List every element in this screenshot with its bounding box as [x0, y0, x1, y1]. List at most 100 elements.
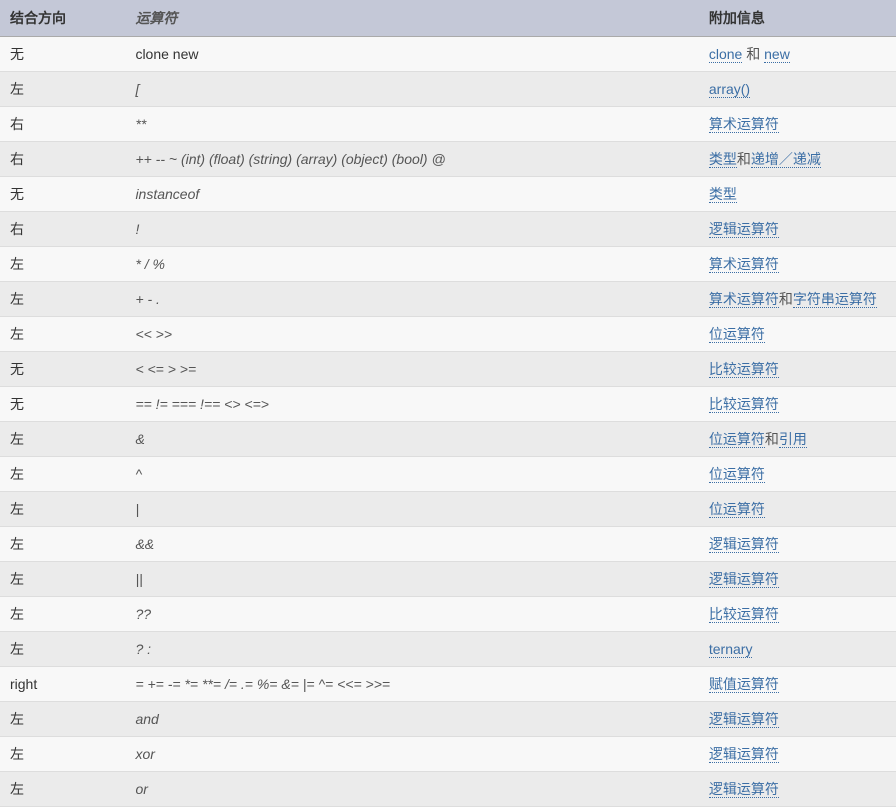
cell-operator: or	[125, 772, 698, 807]
cell-operator: ^	[125, 457, 698, 492]
table-row: 左&位运算符和引用	[0, 422, 896, 457]
doc-link[interactable]: 比较运算符	[709, 606, 779, 623]
header-info: 附加信息	[699, 0, 896, 37]
cell-info: 逻辑运算符	[699, 562, 896, 597]
table-row: 左+ - .算术运算符和字符串运算符	[0, 282, 896, 317]
cell-info: 类型	[699, 177, 896, 212]
doc-link[interactable]: ternary	[709, 641, 753, 658]
cell-associativity: 右	[0, 212, 125, 247]
doc-link[interactable]: 逻辑运算符	[709, 781, 779, 798]
cell-info: 位运算符	[699, 317, 896, 352]
doc-link[interactable]: 逻辑运算符	[709, 571, 779, 588]
cell-operator: == != === !== <> <=>	[125, 387, 698, 422]
table-row: 右++ -- ~ (int) (float) (string) (array) …	[0, 142, 896, 177]
doc-link[interactable]: 类型	[709, 151, 737, 168]
cell-associativity: right	[0, 667, 125, 702]
header-associativity: 结合方向	[0, 0, 125, 37]
cell-operator: = += -= *= **= /= .= %= &= |= ^= <<= >>=	[125, 667, 698, 702]
cell-associativity: 左	[0, 457, 125, 492]
table-row: 无== != === !== <> <=>比较运算符	[0, 387, 896, 422]
table-row: 左and逻辑运算符	[0, 702, 896, 737]
info-text: 和	[737, 151, 751, 167]
doc-link[interactable]: 位运算符	[709, 466, 765, 483]
cell-associativity: 左	[0, 492, 125, 527]
header-operator: 运算符	[125, 0, 698, 37]
cell-info: 逻辑运算符	[699, 772, 896, 807]
cell-operator: **	[125, 107, 698, 142]
table-row: 左| 位运算符	[0, 492, 896, 527]
cell-info: ternary	[699, 632, 896, 667]
cell-associativity: 左	[0, 247, 125, 282]
table-row: 左<< >>位运算符	[0, 317, 896, 352]
table-row: 无instanceof类型	[0, 177, 896, 212]
cell-associativity: 左	[0, 422, 125, 457]
table-row: 左[array()	[0, 72, 896, 107]
cell-associativity: 左	[0, 632, 125, 667]
doc-link[interactable]: 位运算符	[709, 501, 765, 518]
table-row: 左xor逻辑运算符	[0, 737, 896, 772]
cell-operator: &	[125, 422, 698, 457]
doc-link[interactable]: 引用	[779, 431, 807, 448]
table-row: 左? : ternary	[0, 632, 896, 667]
header-row: 结合方向 运算符 附加信息	[0, 0, 896, 37]
cell-operator: < <= > >=	[125, 352, 698, 387]
cell-operator: clone new	[125, 37, 698, 72]
doc-link[interactable]: 算术运算符	[709, 116, 779, 133]
doc-link[interactable]: array()	[709, 81, 750, 98]
cell-operator: !	[125, 212, 698, 247]
doc-link[interactable]: 赋值运算符	[709, 676, 779, 693]
cell-associativity: 无	[0, 177, 125, 212]
cell-operator: + - .	[125, 282, 698, 317]
cell-operator: << >>	[125, 317, 698, 352]
doc-link[interactable]: 算术运算符	[709, 291, 779, 308]
cell-operator: ||	[125, 562, 698, 597]
cell-info: array()	[699, 72, 896, 107]
cell-info: 逻辑运算符	[699, 212, 896, 247]
doc-link[interactable]: 逻辑运算符	[709, 221, 779, 238]
doc-link[interactable]: 逻辑运算符	[709, 711, 779, 728]
table-row: 无clone new clone 和 new	[0, 37, 896, 72]
doc-link[interactable]: 比较运算符	[709, 396, 779, 413]
cell-info: 逻辑运算符	[699, 702, 896, 737]
table-row: 右! 逻辑运算符	[0, 212, 896, 247]
cell-info: 算术运算符	[699, 107, 896, 142]
table-row: 左|| 逻辑运算符	[0, 562, 896, 597]
doc-link[interactable]: clone	[709, 46, 742, 63]
cell-associativity: 右	[0, 107, 125, 142]
doc-link[interactable]: 字符串运算符	[793, 291, 877, 308]
doc-link[interactable]: new	[764, 46, 790, 63]
cell-info: 比较运算符	[699, 387, 896, 422]
doc-link[interactable]: 位运算符	[709, 431, 765, 448]
table-row: 左&&逻辑运算符	[0, 527, 896, 562]
doc-link[interactable]: 比较运算符	[709, 361, 779, 378]
cell-operator: xor	[125, 737, 698, 772]
table-row: 左^ 位运算符	[0, 457, 896, 492]
cell-associativity: 左	[0, 72, 125, 107]
cell-info: 赋值运算符	[699, 667, 896, 702]
cell-info: 逻辑运算符	[699, 527, 896, 562]
cell-info: 算术运算符和字符串运算符	[699, 282, 896, 317]
doc-link[interactable]: 类型	[709, 186, 737, 203]
table-row: 左or逻辑运算符	[0, 772, 896, 807]
info-text: 和	[779, 291, 793, 307]
cell-operator: |	[125, 492, 698, 527]
table-row: 左??比较运算符	[0, 597, 896, 632]
cell-info: 位运算符	[699, 457, 896, 492]
cell-associativity: 左	[0, 597, 125, 632]
cell-associativity: 左	[0, 282, 125, 317]
cell-info: 位运算符和引用	[699, 422, 896, 457]
doc-link[interactable]: 逻辑运算符	[709, 536, 779, 553]
cell-operator: ? :	[125, 632, 698, 667]
doc-link[interactable]: 位运算符	[709, 326, 765, 343]
cell-operator: ++ -- ~ (int) (float) (string) (array) (…	[125, 142, 698, 177]
cell-associativity: 无	[0, 37, 125, 72]
doc-link[interactable]: 算术运算符	[709, 256, 779, 273]
doc-link[interactable]: 递增／递减	[751, 151, 821, 168]
cell-associativity: 左	[0, 562, 125, 597]
info-text: 和	[742, 46, 764, 62]
cell-info: 类型和递增／递减	[699, 142, 896, 177]
cell-info: 逻辑运算符	[699, 737, 896, 772]
cell-associativity: 无	[0, 352, 125, 387]
cell-operator: &&	[125, 527, 698, 562]
cell-operator: and	[125, 702, 698, 737]
